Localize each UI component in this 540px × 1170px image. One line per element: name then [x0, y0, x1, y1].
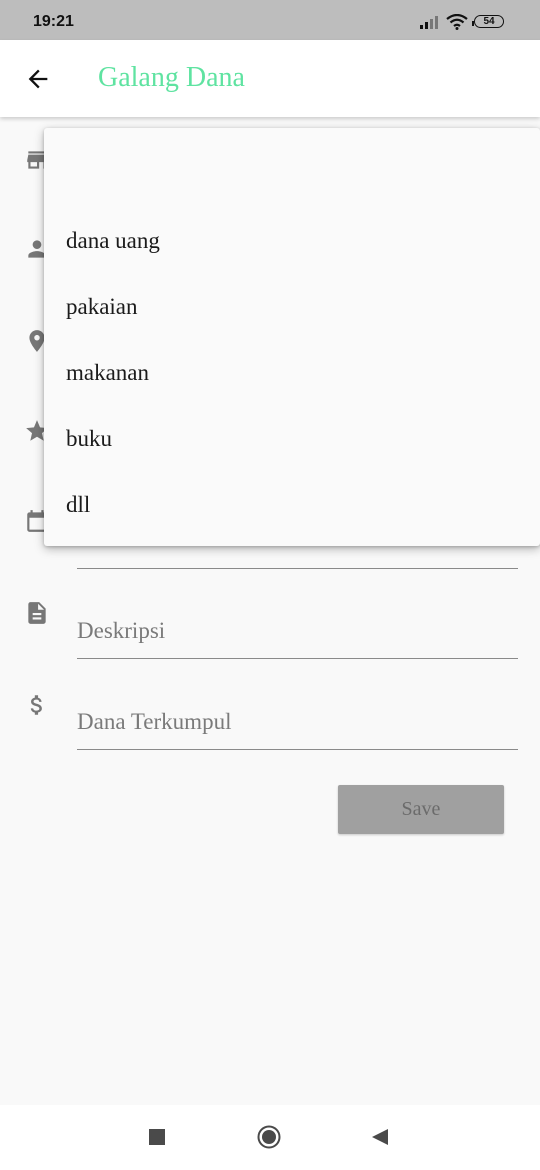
signal-icon: [420, 16, 438, 29]
dana-terkumpul-field[interactable]: Dana Terkumpul: [77, 699, 518, 750]
home-icon[interactable]: [257, 1125, 281, 1149]
dropdown-item-dll[interactable]: dll: [44, 472, 540, 538]
dropdown-item-makanan[interactable]: makanan: [44, 340, 540, 406]
dana-terkumpul-label: Dana Terkumpul: [77, 709, 232, 734]
battery-icon: 54: [472, 15, 504, 28]
dropdown-item-label: pakaian: [66, 294, 138, 319]
page-title: Galang Dana: [98, 62, 245, 93]
recent-apps-icon[interactable]: [149, 1129, 165, 1145]
status-bar: 19:21 54: [0, 0, 540, 40]
dropdown-item-label: buku: [66, 426, 112, 451]
dropdown-item-label: makanan: [66, 360, 150, 385]
wifi-icon: [446, 14, 468, 30]
description-icon: [28, 602, 46, 624]
dropdown-item-label: dana uang: [66, 228, 160, 253]
battery-tip: [472, 21, 474, 26]
status-time: 19:21: [33, 13, 74, 30]
nav-back-icon[interactable]: [370, 1127, 390, 1147]
dropdown-item-label: dll: [66, 492, 91, 517]
dropdown-item-dana-uang[interactable]: dana uang: [44, 208, 540, 274]
system-nav-bar: [0, 1105, 540, 1170]
description-label: Deskripsi: [77, 618, 166, 643]
dropdown-item-buku[interactable]: buku: [44, 406, 540, 472]
category-dropdown-menu: dana uang pakaian makanan buku dll: [44, 128, 540, 546]
description-field[interactable]: Deskripsi: [77, 608, 518, 659]
back-arrow-icon[interactable]: [24, 65, 52, 93]
dropdown-empty-item[interactable]: [44, 128, 540, 208]
battery-level: 54: [483, 16, 495, 27]
dollar-icon: [30, 695, 42, 715]
save-button[interactable]: Save: [338, 785, 504, 834]
dropdown-item-pakaian[interactable]: pakaian: [44, 274, 540, 340]
app-bar: Galang Dana: [0, 40, 540, 117]
